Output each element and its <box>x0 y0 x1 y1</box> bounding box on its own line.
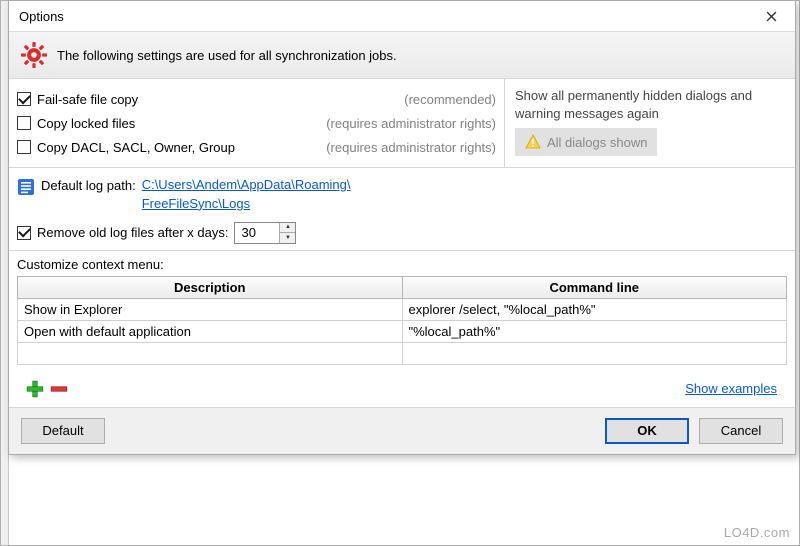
failsafe-checkbox[interactable] <box>17 92 31 106</box>
default-button[interactable]: Default <box>21 418 105 444</box>
header-message: The following settings are used for all … <box>57 48 397 63</box>
days-spinbox: ▲ ▼ <box>234 222 296 244</box>
copylocked-label: Copy locked files <box>37 116 135 131</box>
failsafe-label: Fail-safe file copy <box>37 92 138 107</box>
table-row[interactable] <box>18 342 787 364</box>
cell-desc[interactable]: Open with default application <box>18 320 403 342</box>
context-menu-label: Customize context menu: <box>17 257 787 272</box>
table-row[interactable]: Show in Explorer explorer /select, "%loc… <box>18 298 787 320</box>
close-button[interactable] <box>757 5 785 27</box>
cell-cmd[interactable]: "%local_path%" <box>402 320 787 342</box>
add-row-button[interactable] <box>25 379 45 399</box>
options-dialog: Options The following settings ar <box>8 0 796 455</box>
copydacl-checkbox[interactable] <box>17 140 31 154</box>
copydacl-hint: (requires administrator rights) <box>326 140 496 155</box>
sync-options: Fail-safe file copy (recommended) Copy l… <box>9 79 505 167</box>
add-remove-buttons <box>25 379 69 399</box>
button-bar: Default OK Cancel <box>9 407 795 454</box>
table-row[interactable]: Open with default application "%local_pa… <box>18 320 787 342</box>
log-path-line2: FreeFileSync\Logs <box>142 196 250 211</box>
cell-cmd[interactable] <box>402 342 787 364</box>
cancel-button[interactable]: Cancel <box>699 418 783 444</box>
remove-logs-checkbox[interactable] <box>17 226 31 240</box>
copylocked-hint: (requires administrator rights) <box>326 116 496 131</box>
log-path-link[interactable]: C:\Users\Andem\AppData\Roaming\ FreeFile… <box>142 176 351 214</box>
col-commandline: Command line <box>402 276 787 298</box>
remove-row-button[interactable] <box>49 379 69 399</box>
gear-icon <box>21 42 47 68</box>
days-spin-down[interactable]: ▼ <box>280 233 295 243</box>
show-examples-link[interactable]: Show examples <box>685 381 777 396</box>
context-menu-section: Customize context menu: Description Comm… <box>9 251 795 407</box>
log-section: Default log path: C:\Users\Andem\AppData… <box>9 168 795 251</box>
cell-desc[interactable] <box>18 342 403 364</box>
all-dialogs-shown-button[interactable]: All dialogs shown <box>515 128 657 156</box>
copydacl-label: Copy DACL, SACL, Owner, Group <box>37 140 235 155</box>
close-icon <box>766 11 777 22</box>
days-input[interactable] <box>235 223 279 243</box>
copylocked-checkbox[interactable] <box>17 116 31 130</box>
log-icon <box>17 178 35 196</box>
failsafe-hint: (recommended) <box>404 92 496 107</box>
options-row: Fail-safe file copy (recommended) Copy l… <box>9 79 795 168</box>
log-path-line1: C:\Users\Andem\AppData\Roaming\ <box>142 177 351 192</box>
cell-cmd[interactable]: explorer /select, "%local_path%" <box>402 298 787 320</box>
window-title: Options <box>19 9 64 24</box>
plus-icon <box>26 380 44 398</box>
all-dialogs-shown-label: All dialogs shown <box>547 135 647 150</box>
days-spin-up[interactable]: ▲ <box>280 223 295 234</box>
hidden-dialogs-message: Show all permanently hidden dialogs and … <box>515 87 785 122</box>
col-description: Description <box>18 276 403 298</box>
ok-button[interactable]: OK <box>605 418 689 444</box>
minus-icon <box>50 380 68 398</box>
log-path-label: Default log path: <box>41 178 136 193</box>
remove-logs-label: Remove old log files after x days: <box>37 225 228 240</box>
hidden-dialogs-panel: Show all permanently hidden dialogs and … <box>505 79 795 167</box>
titlebar: Options <box>9 1 795 31</box>
cell-desc[interactable]: Show in Explorer <box>18 298 403 320</box>
context-menu-table: Description Command line Show in Explore… <box>17 276 787 365</box>
header-band: The following settings are used for all … <box>9 31 795 79</box>
warning-icon <box>525 134 541 150</box>
